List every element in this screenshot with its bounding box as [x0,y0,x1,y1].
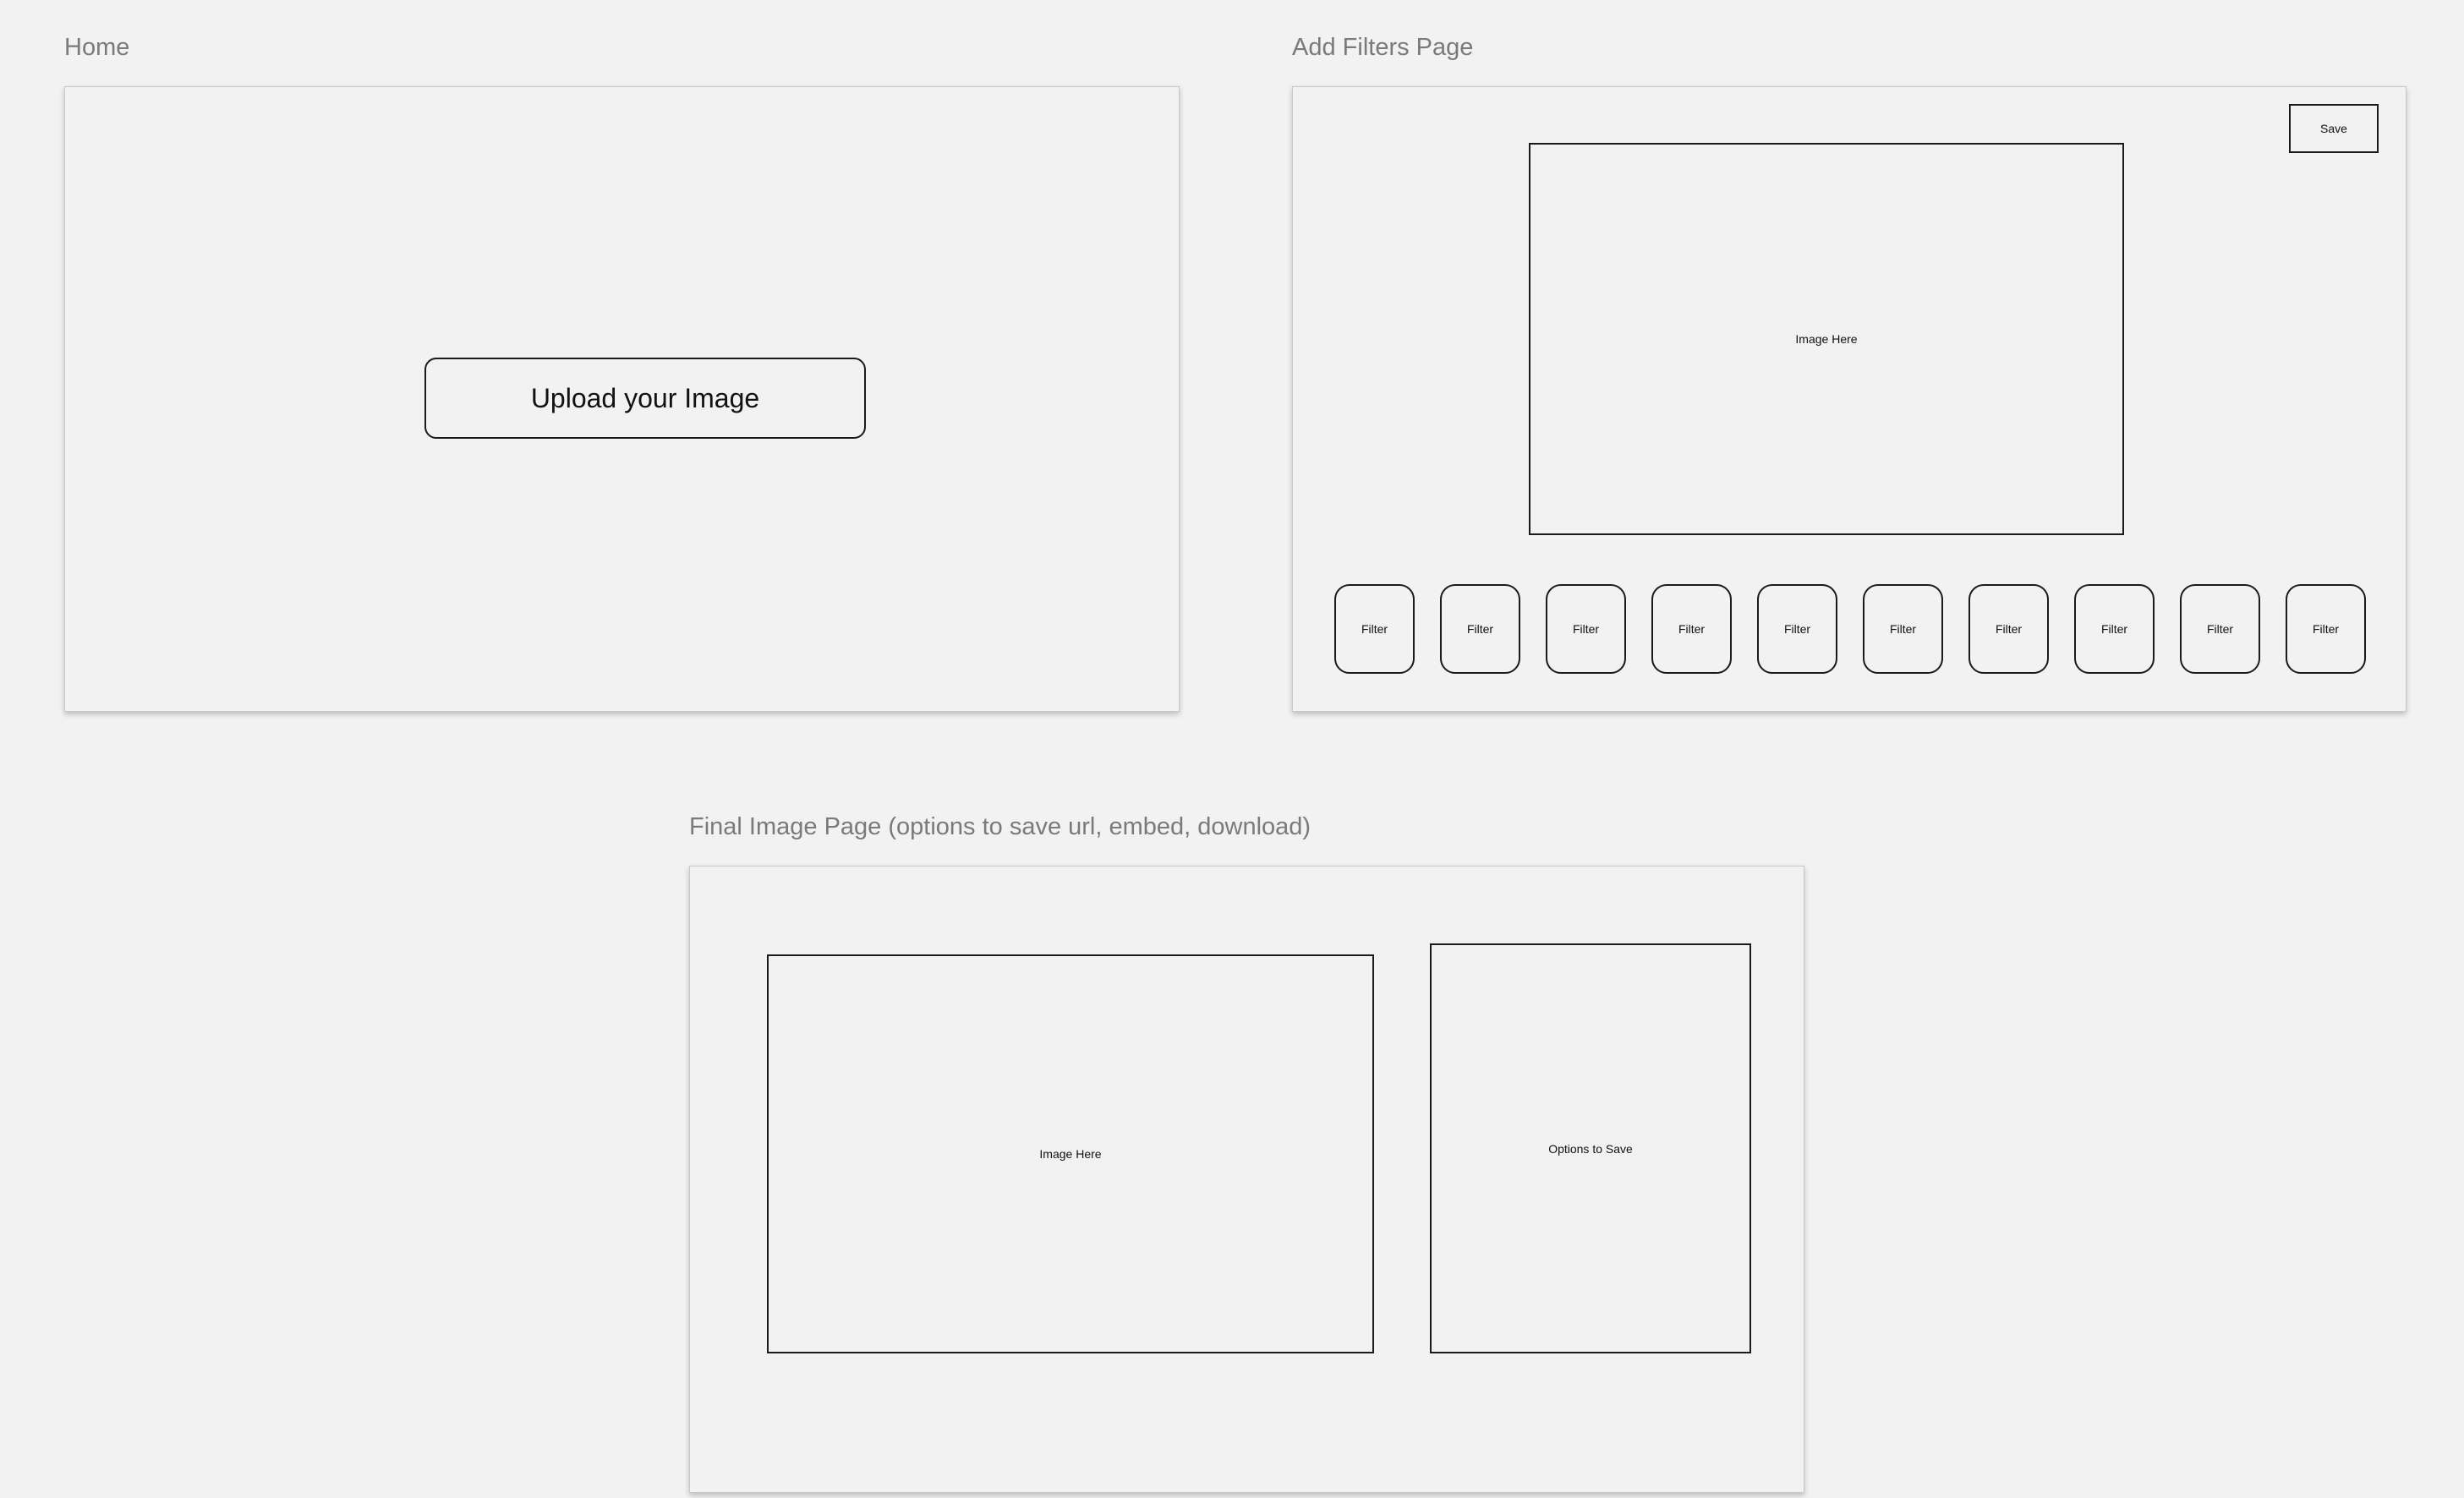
filter-button-9[interactable]: Filter [2180,584,2260,674]
filter-button-8[interactable]: Filter [2074,584,2155,674]
filter-button-7[interactable]: Filter [1968,584,2049,674]
filter-button-6[interactable]: Filter [1863,584,1943,674]
save-button[interactable]: Save [2289,104,2379,153]
final-frame: Image Here Options to Save [689,866,1804,1493]
filter-button-10[interactable]: Filter [2286,584,2366,674]
final-frame-label: Final Image Page (options to save url, e… [689,813,1311,840]
wireframe-canvas: Home Upload your Image Add Filters Page … [0,0,2464,1498]
home-frame: Upload your Image [64,86,1180,712]
home-frame-label: Home [64,34,130,61]
filter-button-4[interactable]: Filter [1651,584,1732,674]
save-options-panel[interactable]: Options to Save [1430,943,1751,1353]
filters-frame-label: Add Filters Page [1292,34,1474,61]
filter-button-5[interactable]: Filter [1757,584,1837,674]
final-image-placeholder: Image Here [767,954,1374,1353]
upload-image-button[interactable]: Upload your Image [424,358,866,439]
filter-button-2[interactable]: Filter [1440,584,1520,674]
filters-frame: Save Image Here Filter Filter Filter Fil… [1292,86,2407,712]
filter-button-1[interactable]: Filter [1334,584,1415,674]
image-placeholder: Image Here [1529,143,2124,535]
filter-button-3[interactable]: Filter [1546,584,1626,674]
